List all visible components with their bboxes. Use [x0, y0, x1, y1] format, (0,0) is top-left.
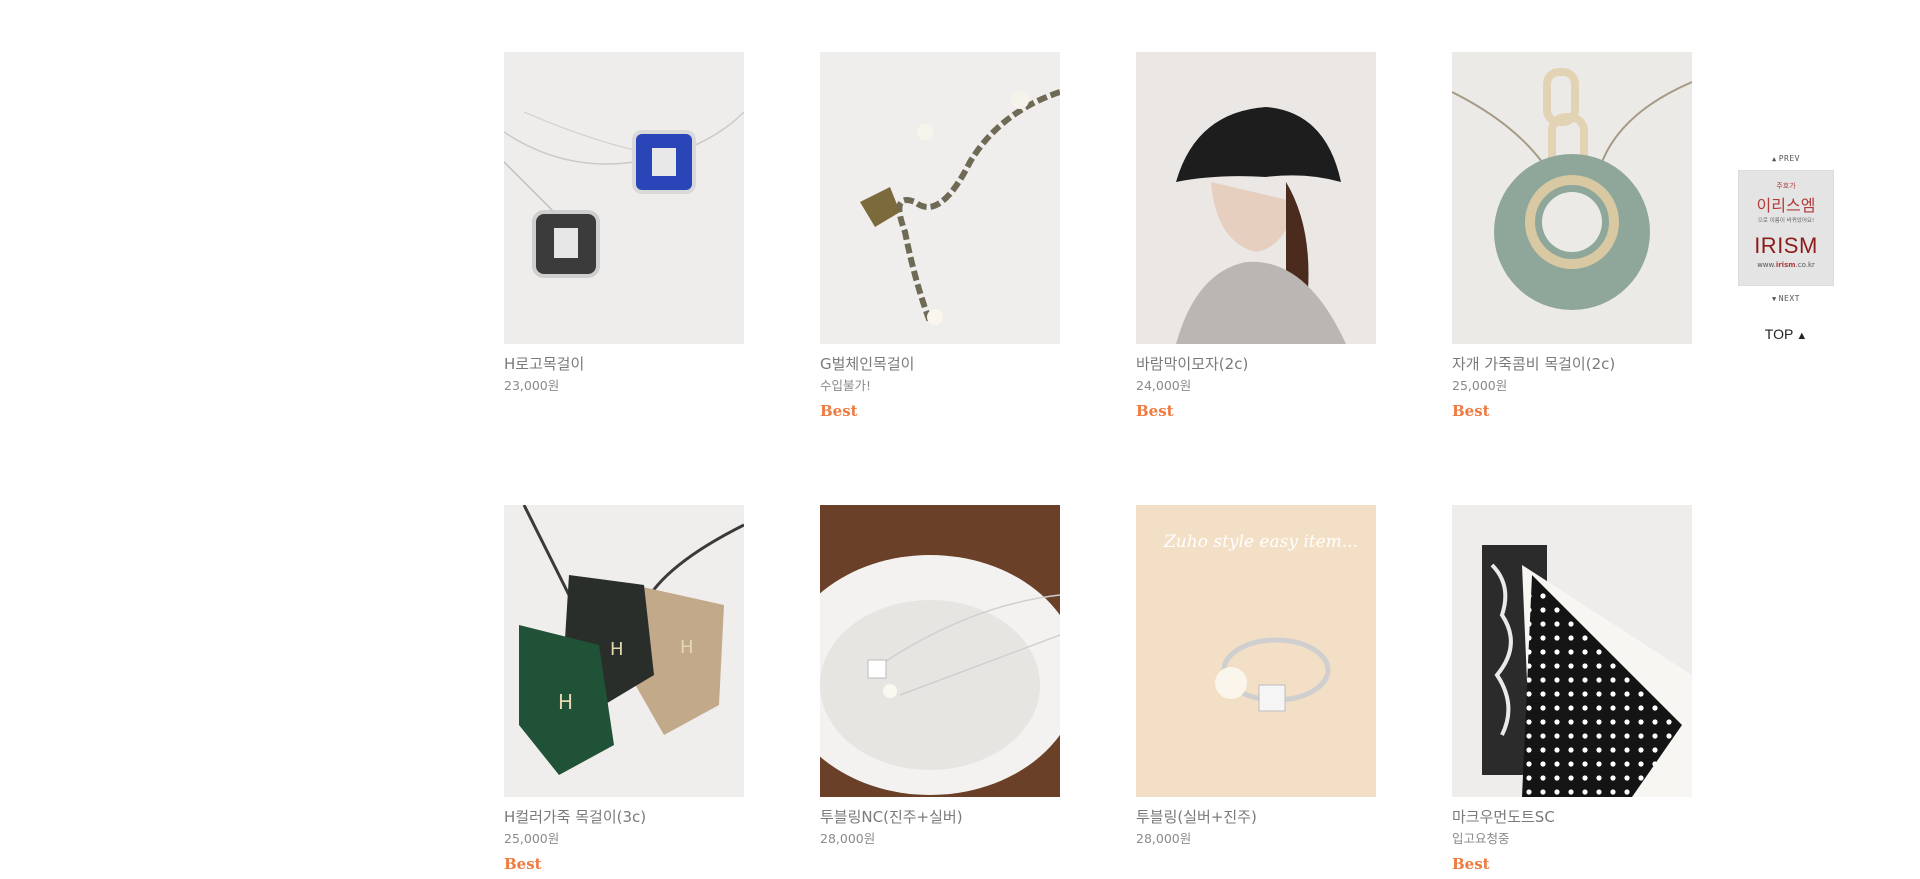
- chevron-down-icon: ▼: [1772, 295, 1777, 303]
- product-name[interactable]: G벌체인목걸이: [820, 354, 1060, 374]
- next-button[interactable]: ▼ NEXT: [1738, 294, 1834, 304]
- product-price: 23,000원: [504, 378, 560, 393]
- best-badge: [504, 402, 744, 420]
- product-image[interactable]: Zuho style easy item...: [1136, 505, 1376, 797]
- bee-chain-necklace-image: [820, 52, 1060, 344]
- product-price: 25,000원: [1452, 378, 1508, 393]
- product-name[interactable]: 투블링(실버+진주): [1136, 807, 1376, 827]
- product-price: 28,000원: [820, 831, 876, 846]
- best-badge: [1136, 855, 1376, 873]
- irism-banner[interactable]: 주호가 이리스엠 으로 이름이 바뀌었어요! IRISM www.irism.c…: [1738, 170, 1834, 286]
- best-badge: Best: [504, 855, 542, 873]
- product-price: 24,000원: [1136, 378, 1192, 393]
- pearl-silver-ring-image: Zuho style easy item...: [1136, 505, 1376, 797]
- product-card[interactable]: 바람막이모자(2c) 24,000원 Best: [1136, 52, 1376, 420]
- chevron-up-icon: ▲: [1772, 155, 1777, 163]
- best-badge: [820, 855, 1060, 873]
- product-price: 28,000원: [1136, 831, 1192, 846]
- product-card[interactable]: 마크우먼도트SC 입고요청중 Best: [1452, 505, 1692, 873]
- product-card[interactable]: H로고목걸이 23,000원: [504, 52, 744, 420]
- banner-line1: 주호가: [1776, 182, 1796, 190]
- product-name[interactable]: 투블링NC(진주+실버): [820, 807, 1060, 827]
- top-button[interactable]: TOP ▲: [1738, 326, 1834, 342]
- banner-line3: 으로 이름이 바뀌었어요!: [1757, 218, 1815, 224]
- best-badge: Best: [820, 402, 858, 420]
- product-name[interactable]: H로고목걸이: [504, 354, 744, 374]
- arrow-up-icon: ▲: [1796, 330, 1808, 342]
- h-color-leather-necklace-image: H H H: [504, 505, 744, 797]
- banner-brand: IRISM: [1754, 233, 1818, 258]
- product-card[interactable]: G벌체인목걸이 수입불가! Best: [820, 52, 1060, 420]
- image-caption: Zuho style easy item...: [1163, 532, 1358, 552]
- product-card[interactable]: Zuho style easy item... 투블링(실버+진주) 28,00…: [1136, 505, 1376, 873]
- banner-line2: 이리스엠: [1756, 196, 1816, 215]
- prev-label: PREV: [1778, 154, 1800, 163]
- product-image[interactable]: [504, 52, 744, 344]
- quick-bar: ▲ PREV 주호가 이리스엠 으로 이름이 바뀌었어요! IRISM www.i…: [1738, 154, 1834, 342]
- product-image[interactable]: [1136, 52, 1376, 344]
- product-image[interactable]: [1452, 505, 1692, 797]
- best-badge: Best: [1452, 402, 1490, 420]
- product-name[interactable]: 마크우먼도트SC: [1452, 807, 1692, 827]
- product-price: 수입불가!: [820, 378, 872, 393]
- product-image[interactable]: H H H: [504, 505, 744, 797]
- double-ring-necklace-image: [820, 505, 1060, 797]
- product-image[interactable]: [820, 52, 1060, 344]
- svg-text:H: H: [680, 637, 694, 658]
- product-card[interactable]: 자개 가죽콤비 목걸이(2c) 25,000원 Best: [1452, 52, 1692, 420]
- product-name[interactable]: H컬러가죽 목걸이(3c): [504, 807, 744, 827]
- leather-combo-necklace-image: [1452, 52, 1692, 344]
- product-image[interactable]: [1452, 52, 1692, 344]
- bucket-hat-image: [1136, 52, 1376, 344]
- prev-button[interactable]: ▲ PREV: [1738, 154, 1834, 164]
- product-card[interactable]: 투블링NC(진주+실버) 28,000원: [820, 505, 1060, 873]
- best-badge: Best: [1136, 402, 1174, 420]
- next-label: NEXT: [1778, 294, 1800, 303]
- svg-text:H: H: [610, 639, 624, 660]
- svg-text:H: H: [558, 690, 573, 714]
- dot-scarf-image: [1452, 505, 1692, 797]
- top-label: TOP: [1764, 326, 1794, 342]
- h-logo-necklace-image: [504, 52, 744, 344]
- product-grid: H로고목걸이 23,000원 G벌체인목걸이 수입불가! Best 바람막이모자…: [0, 0, 1920, 879]
- product-name[interactable]: 바람막이모자(2c): [1136, 354, 1376, 374]
- product-price: 입고요청중: [1452, 831, 1510, 846]
- product-image[interactable]: [820, 505, 1060, 797]
- product-price: 25,000원: [504, 831, 560, 846]
- banner-url: www.irism.co.kr: [1757, 261, 1815, 269]
- product-name[interactable]: 자개 가죽콤비 목걸이(2c): [1452, 354, 1692, 374]
- best-badge: Best: [1452, 855, 1490, 873]
- product-card[interactable]: H H H H컬러가죽 목걸이(3c) 25,000원 Best: [504, 505, 744, 873]
